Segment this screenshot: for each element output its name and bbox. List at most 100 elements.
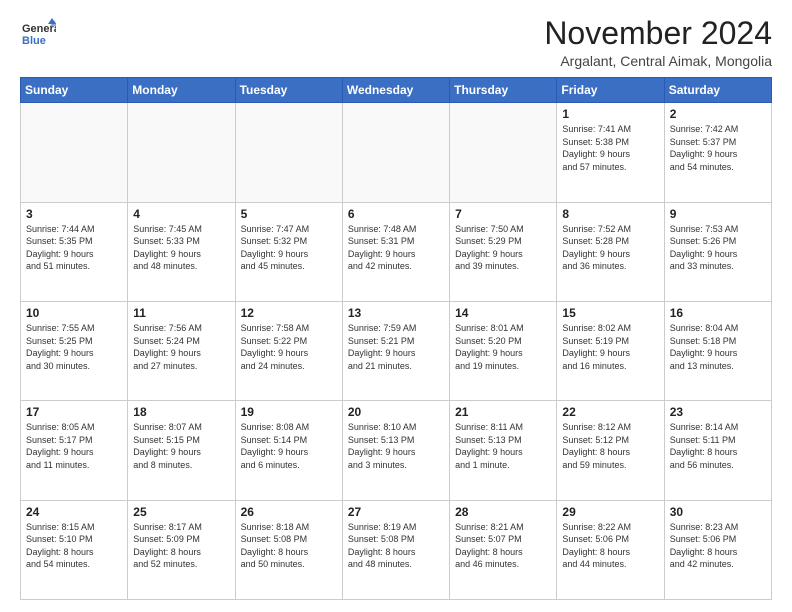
calendar-cell: 5 Sunrise: 7:47 AM Sunset: 5:32 PM Daylig… xyxy=(235,202,342,301)
day-info: Sunrise: 7:42 AM Sunset: 5:37 PM Dayligh… xyxy=(670,123,766,173)
calendar-cell: 20 Sunrise: 8:10 AM Sunset: 5:13 PM Dayli… xyxy=(342,401,449,500)
day-info: Sunrise: 8:10 AM Sunset: 5:13 PM Dayligh… xyxy=(348,421,444,471)
calendar-cell: 19 Sunrise: 8:08 AM Sunset: 5:14 PM Dayli… xyxy=(235,401,342,500)
day-number: 25 xyxy=(133,505,229,519)
calendar-cell xyxy=(21,103,128,202)
calendar-cell: 14 Sunrise: 8:01 AM Sunset: 5:20 PM Dayli… xyxy=(450,301,557,400)
day-number: 10 xyxy=(26,306,122,320)
day-info: Sunrise: 7:56 AM Sunset: 5:24 PM Dayligh… xyxy=(133,322,229,372)
day-info: Sunrise: 7:44 AM Sunset: 5:35 PM Dayligh… xyxy=(26,223,122,273)
day-number: 29 xyxy=(562,505,658,519)
day-number: 26 xyxy=(241,505,337,519)
calendar-cell: 13 Sunrise: 7:59 AM Sunset: 5:21 PM Dayli… xyxy=(342,301,449,400)
calendar-cell: 16 Sunrise: 8:04 AM Sunset: 5:18 PM Dayli… xyxy=(664,301,771,400)
day-number: 16 xyxy=(670,306,766,320)
day-number: 18 xyxy=(133,405,229,419)
day-number: 22 xyxy=(562,405,658,419)
calendar-cell xyxy=(450,103,557,202)
calendar-header-thursday: Thursday xyxy=(450,78,557,103)
day-number: 30 xyxy=(670,505,766,519)
month-title: November 2024 xyxy=(544,16,772,51)
calendar-cell: 7Sunrise: 7:50 AM Sunset: 5:29 PM Daylig… xyxy=(450,202,557,301)
day-number: 17 xyxy=(26,405,122,419)
day-number: 1 xyxy=(562,107,658,121)
day-info: Sunrise: 8:12 AM Sunset: 5:12 PM Dayligh… xyxy=(562,421,658,471)
logo: General Blue xyxy=(20,16,56,52)
day-number: 14 xyxy=(455,306,551,320)
day-info: Sunrise: 7:41 AM Sunset: 5:38 PM Dayligh… xyxy=(562,123,658,173)
day-info: Sunrise: 8:04 AM Sunset: 5:18 PM Dayligh… xyxy=(670,322,766,372)
day-info: Sunrise: 8:08 AM Sunset: 5:14 PM Dayligh… xyxy=(241,421,337,471)
day-number: 9 xyxy=(670,207,766,221)
day-info: Sunrise: 7:58 AM Sunset: 5:22 PM Dayligh… xyxy=(241,322,337,372)
day-number: 12 xyxy=(241,306,337,320)
day-number: 20 xyxy=(348,405,444,419)
day-info: Sunrise: 7:55 AM Sunset: 5:25 PM Dayligh… xyxy=(26,322,122,372)
calendar-header-wednesday: Wednesday xyxy=(342,78,449,103)
calendar-header-monday: Monday xyxy=(128,78,235,103)
calendar-cell: 23 Sunrise: 8:14 AM Sunset: 5:11 PM Dayli… xyxy=(664,401,771,500)
calendar-cell: 29 Sunrise: 8:22 AM Sunset: 5:06 PM Dayli… xyxy=(557,500,664,599)
day-info: Sunrise: 8:22 AM Sunset: 5:06 PM Dayligh… xyxy=(562,521,658,571)
day-number: 5 xyxy=(241,207,337,221)
day-number: 4 xyxy=(133,207,229,221)
calendar-header-saturday: Saturday xyxy=(664,78,771,103)
calendar-cell: 8Sunrise: 7:52 AM Sunset: 5:28 PM Daylig… xyxy=(557,202,664,301)
logo-icon: General Blue xyxy=(20,16,56,52)
calendar-cell: 25Sunrise: 8:17 AM Sunset: 5:09 PM Dayli… xyxy=(128,500,235,599)
calendar-body: 1 Sunrise: 7:41 AM Sunset: 5:38 PM Daylig… xyxy=(21,103,772,600)
day-number: 8 xyxy=(562,207,658,221)
title-block: November 2024 Argalant, Central Aimak, M… xyxy=(544,16,772,69)
location: Argalant, Central Aimak, Mongolia xyxy=(544,53,772,69)
day-number: 27 xyxy=(348,505,444,519)
day-number: 21 xyxy=(455,405,551,419)
day-info: Sunrise: 8:18 AM Sunset: 5:08 PM Dayligh… xyxy=(241,521,337,571)
day-info: Sunrise: 7:47 AM Sunset: 5:32 PM Dayligh… xyxy=(241,223,337,273)
day-info: Sunrise: 8:14 AM Sunset: 5:11 PM Dayligh… xyxy=(670,421,766,471)
page: General Blue November 2024 Argalant, Cen… xyxy=(0,0,792,612)
calendar-cell xyxy=(342,103,449,202)
calendar-cell: 26 Sunrise: 8:18 AM Sunset: 5:08 PM Dayli… xyxy=(235,500,342,599)
day-info: Sunrise: 8:05 AM Sunset: 5:17 PM Dayligh… xyxy=(26,421,122,471)
calendar-cell: 22 Sunrise: 8:12 AM Sunset: 5:12 PM Dayli… xyxy=(557,401,664,500)
calendar-cell: 10 Sunrise: 7:55 AM Sunset: 5:25 PM Dayli… xyxy=(21,301,128,400)
day-number: 3 xyxy=(26,207,122,221)
calendar-cell xyxy=(128,103,235,202)
calendar-week-1: 3 Sunrise: 7:44 AM Sunset: 5:35 PM Daylig… xyxy=(21,202,772,301)
calendar-header-sunday: Sunday xyxy=(21,78,128,103)
day-info: Sunrise: 8:23 AM Sunset: 5:06 PM Dayligh… xyxy=(670,521,766,571)
day-info: Sunrise: 8:19 AM Sunset: 5:08 PM Dayligh… xyxy=(348,521,444,571)
calendar-cell: 17 Sunrise: 8:05 AM Sunset: 5:17 PM Dayli… xyxy=(21,401,128,500)
day-info: Sunrise: 8:07 AM Sunset: 5:15 PM Dayligh… xyxy=(133,421,229,471)
calendar-week-3: 17 Sunrise: 8:05 AM Sunset: 5:17 PM Dayli… xyxy=(21,401,772,500)
day-info: Sunrise: 8:02 AM Sunset: 5:19 PM Dayligh… xyxy=(562,322,658,372)
calendar-week-4: 24Sunrise: 8:15 AM Sunset: 5:10 PM Dayli… xyxy=(21,500,772,599)
calendar-cell: 28Sunrise: 8:21 AM Sunset: 5:07 PM Dayli… xyxy=(450,500,557,599)
calendar-week-0: 1 Sunrise: 7:41 AM Sunset: 5:38 PM Daylig… xyxy=(21,103,772,202)
calendar-cell: 3 Sunrise: 7:44 AM Sunset: 5:35 PM Daylig… xyxy=(21,202,128,301)
day-info: Sunrise: 7:59 AM Sunset: 5:21 PM Dayligh… xyxy=(348,322,444,372)
calendar-cell: 15 Sunrise: 8:02 AM Sunset: 5:19 PM Dayli… xyxy=(557,301,664,400)
calendar-cell: 2Sunrise: 7:42 AM Sunset: 5:37 PM Daylig… xyxy=(664,103,771,202)
day-info: Sunrise: 8:01 AM Sunset: 5:20 PM Dayligh… xyxy=(455,322,551,372)
calendar-table: SundayMondayTuesdayWednesdayThursdayFrid… xyxy=(20,77,772,600)
day-number: 19 xyxy=(241,405,337,419)
calendar-cell xyxy=(235,103,342,202)
day-number: 13 xyxy=(348,306,444,320)
calendar-header-row: SundayMondayTuesdayWednesdayThursdayFrid… xyxy=(21,78,772,103)
calendar-cell: 18 Sunrise: 8:07 AM Sunset: 5:15 PM Dayli… xyxy=(128,401,235,500)
day-number: 24 xyxy=(26,505,122,519)
calendar-cell: 4Sunrise: 7:45 AM Sunset: 5:33 PM Daylig… xyxy=(128,202,235,301)
calendar-cell: 9Sunrise: 7:53 AM Sunset: 5:26 PM Daylig… xyxy=(664,202,771,301)
day-info: Sunrise: 8:21 AM Sunset: 5:07 PM Dayligh… xyxy=(455,521,551,571)
day-number: 15 xyxy=(562,306,658,320)
day-number: 7 xyxy=(455,207,551,221)
svg-text:Blue: Blue xyxy=(22,35,46,47)
calendar-cell: 11Sunrise: 7:56 AM Sunset: 5:24 PM Dayli… xyxy=(128,301,235,400)
calendar-cell: 27 Sunrise: 8:19 AM Sunset: 5:08 PM Dayli… xyxy=(342,500,449,599)
day-number: 23 xyxy=(670,405,766,419)
day-info: Sunrise: 7:48 AM Sunset: 5:31 PM Dayligh… xyxy=(348,223,444,273)
calendar-cell: 30 Sunrise: 8:23 AM Sunset: 5:06 PM Dayli… xyxy=(664,500,771,599)
calendar-cell: 1 Sunrise: 7:41 AM Sunset: 5:38 PM Daylig… xyxy=(557,103,664,202)
calendar-cell: 24Sunrise: 8:15 AM Sunset: 5:10 PM Dayli… xyxy=(21,500,128,599)
